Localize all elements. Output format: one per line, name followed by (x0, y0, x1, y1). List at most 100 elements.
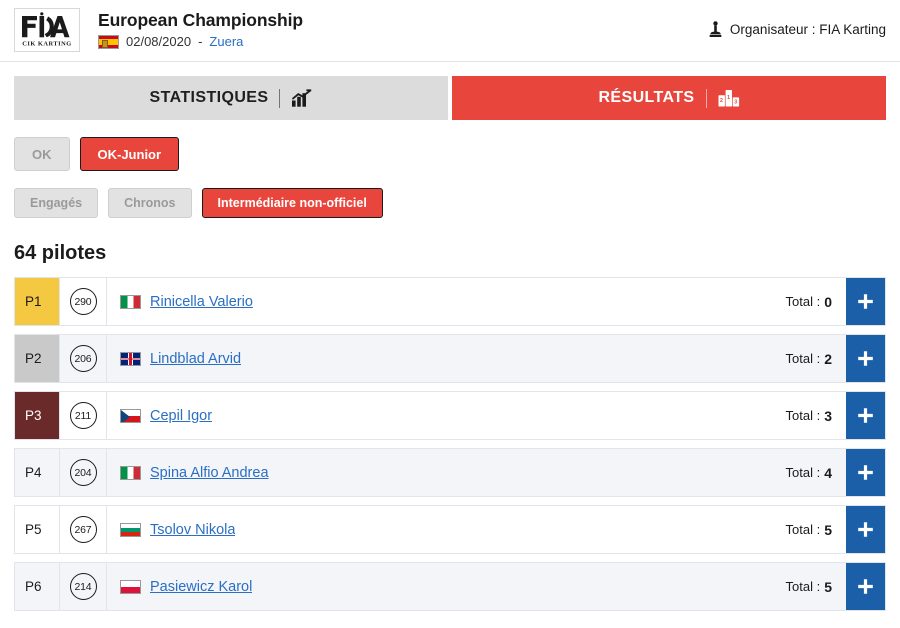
driver-cell: Rinicella Valerio (107, 278, 786, 325)
kart-number-cell: 211 (59, 392, 107, 439)
czech-flag-triangle (121, 409, 130, 422)
bar-chart-icon (292, 88, 312, 107)
position-badge: P1 (15, 278, 59, 325)
poland-flag (120, 579, 141, 594)
table-row[interactable]: P6 214 Pasiewicz Karol Total :5 (14, 562, 886, 611)
total-cell: Total :5 (786, 506, 846, 553)
italy-flag (120, 294, 141, 309)
fia-karting-logo: CIK KARTING (14, 7, 80, 52)
event-venue-link[interactable]: Zuera (209, 34, 243, 49)
filter-button-engages[interactable]: Engagés (14, 188, 99, 218)
filter-button-ok-junior[interactable]: OK-Junior (79, 137, 180, 171)
driver-name-link[interactable]: Pasiewicz Karol (150, 579, 252, 595)
driver-name-link[interactable]: Tsolov Nikola (150, 522, 235, 538)
kart-number-cell: 214 (59, 563, 107, 610)
filter-button-intermediaire[interactable]: Intermédiaire non-officiel (201, 188, 383, 218)
total-cell: Total :0 (786, 278, 846, 325)
kart-number-cell: 290 (59, 278, 107, 325)
bulgaria-flag (120, 522, 141, 537)
pilot-count: 64 pilotes (14, 242, 107, 264)
total-label: Total : (785, 465, 821, 480)
event-subtitle: 02/08/2020 - Zuera (98, 34, 693, 49)
tab-resultats[interactable]: RÉSULTATS 2 1 3 (452, 76, 886, 120)
total-value: 5 (824, 578, 832, 595)
tab-statistiques[interactable]: STATISTIQUES (14, 76, 448, 120)
add-driver-button[interactable] (846, 278, 885, 325)
add-driver-button[interactable] (846, 563, 885, 610)
total-label: Total : (785, 351, 821, 366)
position-badge: P6 (25, 579, 42, 594)
tab-separator (279, 88, 281, 108)
driver-cell: Cepil Igor (107, 392, 786, 439)
fia-logo-svg: CIK KARTING (22, 11, 71, 47)
event-info: European Championship 02/08/2020 - Zuera (98, 10, 693, 49)
table-row[interactable]: P1 290 Rinicella Valerio Total :0 (14, 277, 886, 326)
category-filter-group: OK OK-Junior (14, 137, 886, 171)
subtitle-separator: - (198, 34, 203, 50)
filter-button-chronos[interactable]: Chronos (108, 188, 192, 218)
kart-number: 214 (69, 573, 97, 600)
position-badge: P2 (15, 335, 59, 382)
kart-number: 206 (69, 345, 97, 372)
kart-number: 211 (69, 402, 97, 429)
add-driver-button[interactable] (846, 449, 885, 496)
kart-number-cell: 206 (59, 335, 107, 382)
driver-cell: Lindblad Arvid (107, 335, 786, 382)
italy-flag (120, 465, 141, 480)
results-page: CIK KARTING European Championship 02/08/… (0, 0, 900, 628)
session-filter-group: Engagés Chronos Intermédiaire non-offici… (14, 188, 886, 218)
tab-statistiques-label: STATISTIQUES (149, 89, 269, 106)
kart-number: 267 (69, 516, 97, 543)
driver-name-link[interactable]: Lindblad Arvid (150, 351, 241, 367)
united-kingdom-flag (120, 351, 141, 366)
svg-text:1: 1 (727, 95, 730, 101)
czech-republic-flag (120, 408, 141, 423)
table-row[interactable]: P5 267 Tsolov Nikola Total :5 (14, 505, 886, 554)
kart-number-cell: 204 (59, 449, 107, 496)
spain-flag (98, 34, 119, 49)
driver-cell: Pasiewicz Karol (107, 563, 786, 610)
total-cell: Total :3 (786, 392, 846, 439)
add-driver-button[interactable] (846, 335, 885, 382)
total-cell: Total :5 (786, 563, 846, 610)
total-label: Total : (785, 408, 821, 423)
table-row[interactable]: P3 211 Cepil Igor Total :3 (14, 391, 886, 440)
kart-number: 290 (69, 288, 97, 315)
kart-number: 204 (69, 459, 97, 486)
total-value: 2 (824, 350, 832, 367)
svg-text:CIK KARTING: CIK KARTING (22, 40, 71, 47)
position-badge: P4 (25, 465, 42, 480)
plus-icon (858, 294, 873, 309)
organiser-label: Organisateur : FIA Karting (729, 22, 886, 37)
filter-button-ok[interactable]: OK (14, 137, 70, 171)
plus-icon (858, 522, 873, 537)
event-date: 02/08/2020 (126, 34, 192, 50)
page-header: CIK KARTING European Championship 02/08/… (0, 0, 900, 62)
total-value: 0 (824, 293, 832, 310)
driver-cell: Tsolov Nikola (107, 506, 786, 553)
total-value: 3 (824, 407, 832, 424)
table-row[interactable]: P2 206 Lindblad Arvid Total :2 (14, 334, 886, 383)
table-row[interactable]: P4 204 Spina Alfio Andrea Total :4 (14, 448, 886, 497)
add-driver-button[interactable] (846, 506, 885, 553)
total-value: 4 (824, 464, 832, 481)
position-badge: P5 (25, 522, 42, 537)
total-cell: Total :2 (786, 335, 846, 382)
plus-icon (858, 579, 873, 594)
driver-name-link[interactable]: Rinicella Valerio (150, 294, 253, 310)
results-list: P1 290 Rinicella Valerio Total :0 P2 206 Lindb… (14, 277, 886, 611)
total-value: 5 (824, 521, 832, 538)
position-badge: P3 (15, 392, 59, 439)
driver-name-link[interactable]: Cepil Igor (150, 408, 212, 424)
driver-name-link[interactable]: Spina Alfio Andrea (150, 465, 269, 481)
add-driver-button[interactable] (846, 392, 885, 439)
svg-text:2: 2 (720, 98, 723, 104)
svg-text:3: 3 (734, 99, 737, 105)
plus-icon (858, 465, 873, 480)
organiser-icon (709, 21, 722, 37)
kart-number-cell: 267 (59, 506, 107, 553)
total-label: Total : (785, 522, 821, 537)
total-label: Total : (785, 579, 821, 594)
organiser-info: Organisateur : FIA Karting (693, 21, 886, 38)
tab-separator (705, 88, 707, 108)
